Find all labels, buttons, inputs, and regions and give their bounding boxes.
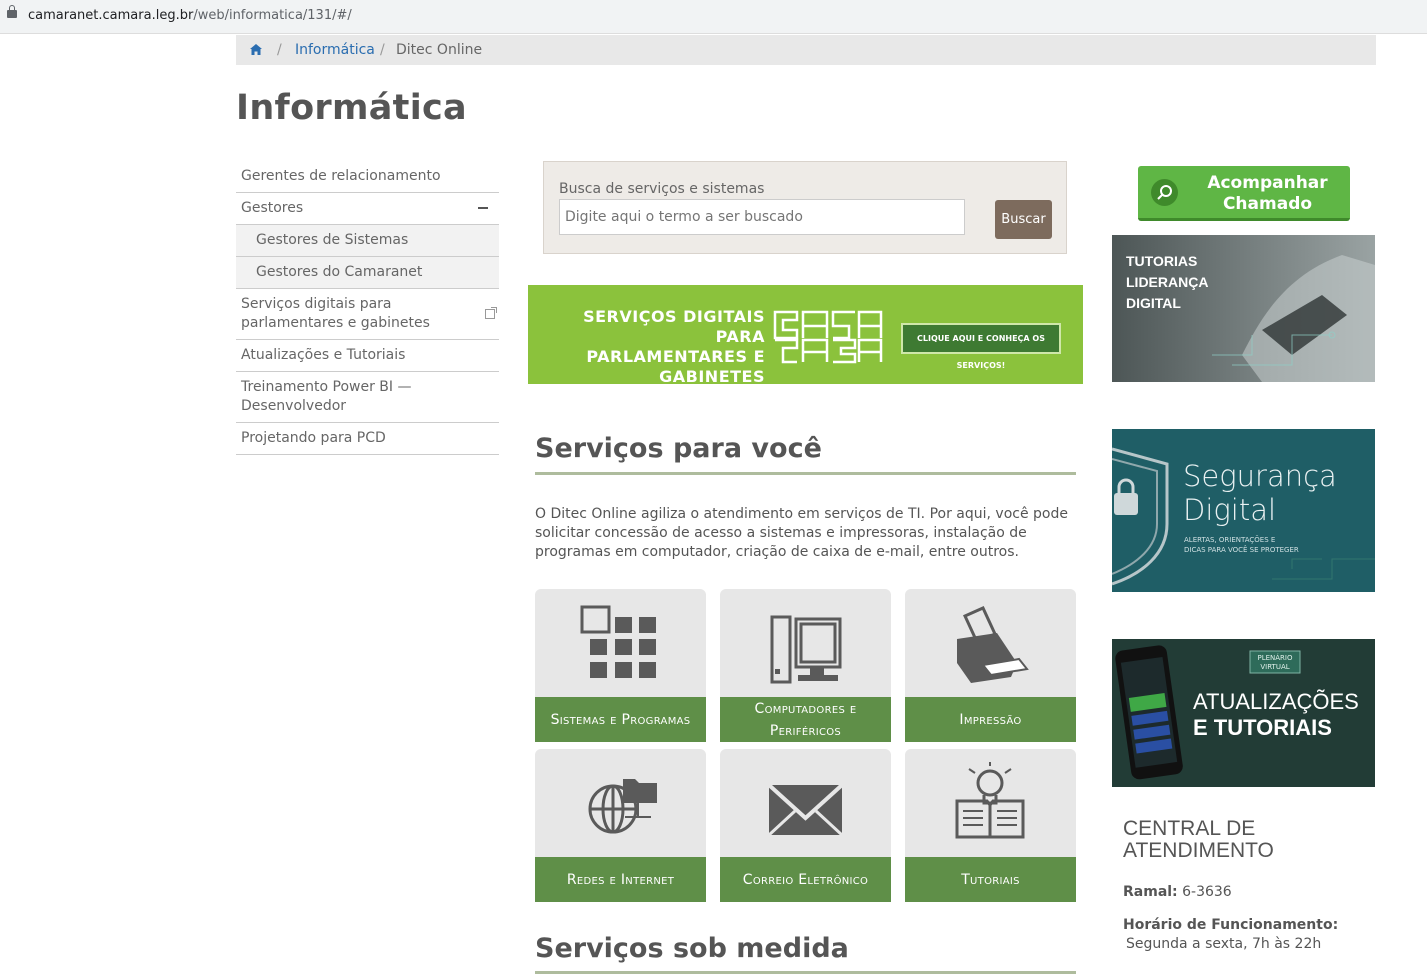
search-label: Busca de serviços e sistemas: [559, 181, 765, 197]
home-icon[interactable]: [250, 44, 262, 55]
breadcrumb: / Informática / Ditec Online: [236, 35, 1376, 65]
breadcrumb-separator: /: [380, 42, 385, 58]
sidebar-item-atualizacoes[interactable]: Atualizações e Tutoriais: [236, 340, 499, 372]
collapse-icon[interactable]: [478, 207, 488, 209]
central-title: CENTRAL DE ATENDIMENTO: [1123, 817, 1274, 862]
search-panel: Busca de serviços e sistemas Buscar: [543, 161, 1067, 254]
external-link-icon: [485, 307, 497, 319]
breadcrumb-separator: /: [277, 42, 282, 58]
tile-subtitle: ALERTAS, ORIENTAÇÕES E DICAS PARA VOCÊ SE…: [1184, 536, 1299, 554]
tile-atualizacoes-tutoriais[interactable]: PLENÁRIO VIRTUAL ATUALIZAÇÕES E TUTORIAIS: [1112, 639, 1375, 787]
browser-address-bar[interactable]: camaranet.camara.leg.br/web/informatica/…: [0, 0, 1427, 34]
sidebar-item-gerentes[interactable]: Gerentes de relacionamento: [236, 161, 499, 193]
page-title: Informática: [236, 88, 467, 128]
sidebar-item-pcd[interactable]: Projetando para PCD: [236, 423, 499, 455]
card-correio[interactable]: Correio Eletrônico: [720, 749, 891, 902]
sidebar-item-power-bi[interactable]: Treinamento Power BI — Desenvolvedor: [236, 372, 499, 423]
services-intro: O Ditec Online agiliza o atendimento em …: [535, 506, 1068, 560]
sidebar-item-label: Serviços digitais para parlamentares e g…: [241, 296, 430, 331]
digital-services-banner[interactable]: SERVIÇOS DIGITAIS PARA PARLAMENTARES E G…: [528, 285, 1083, 384]
sidebar-item-servicos-digitais[interactable]: Serviços digitais para parlamentares e g…: [236, 289, 499, 340]
computer-icon: [770, 615, 842, 684]
hours-value: Segunda a sexta, 7h às 22h: [1126, 936, 1322, 952]
card-label: Sistemas e Programas: [535, 697, 706, 742]
search-input[interactable]: [559, 199, 965, 235]
printer-icon: [957, 606, 1029, 683]
card-redes[interactable]: Redes e Internet: [535, 749, 706, 902]
track-ticket-button[interactable]: Acompanhar Chamado: [1138, 166, 1350, 221]
section-divider: [535, 971, 1076, 974]
banner-cta[interactable]: CLIQUE AQUI E CONHEÇA OS SERVIÇOS!: [901, 323, 1061, 370]
custom-services-title: Serviços sob medida: [535, 933, 849, 964]
tile-title: Segurança Digital: [1183, 459, 1337, 527]
url-text[interactable]: camaranet.camara.leg.br/web/informatica/…: [28, 8, 352, 23]
card-impressao[interactable]: Impressão: [905, 589, 1076, 742]
search-button[interactable]: Buscar: [995, 200, 1052, 239]
ramal-info: Ramal: 6-3636: [1123, 884, 1232, 900]
envelope-icon: [767, 783, 844, 837]
tile-seguranca-digital[interactable]: Segurança Digital ALERTAS, ORIENTAÇÕES ED…: [1112, 429, 1375, 592]
sidebar-item-label: Gestores: [241, 200, 304, 216]
lock-icon: [7, 5, 17, 18]
card-label: Tutoriais: [905, 857, 1076, 902]
breadcrumb-current: Ditec Online: [396, 42, 483, 58]
tile-text: ATUALIZAÇÕES E TUTORIAIS: [1193, 689, 1359, 740]
card-tutoriais[interactable]: Tutoriais: [905, 749, 1076, 902]
sidebar-subitem-gestores-sistemas[interactable]: Gestores de Sistemas: [236, 225, 499, 257]
plenario-badge: PLENÁRIO VIRTUAL: [1257, 654, 1293, 671]
hours-label: Horário de Funcionamento:: [1123, 917, 1339, 933]
sidebar-item-gestores[interactable]: Gestores: [236, 193, 499, 225]
card-label: Correio Eletrônico: [720, 857, 891, 902]
globe-network-icon: [588, 779, 657, 834]
card-label: Redes e Internet: [535, 857, 706, 902]
card-label: Computadores e Periféricos: [720, 697, 891, 742]
track-button-label: Acompanhar Chamado: [1207, 173, 1328, 214]
apps-grid-icon: [580, 605, 656, 678]
tile-text: TUTORIAS LIDERANÇA DIGITAL: [1126, 253, 1209, 311]
card-sistemas[interactable]: Sistemas e Programas: [535, 589, 706, 742]
tile-tutorias-lideranca[interactable]: TUTORIAS LIDERANÇA DIGITAL: [1112, 235, 1375, 382]
search-icon: [1151, 179, 1178, 206]
section-divider: [535, 472, 1076, 475]
breadcrumb-informatica[interactable]: Informática: [295, 35, 375, 65]
card-label: Impressão: [905, 697, 1076, 742]
sidebar-subitem-gestores-camaranet[interactable]: Gestores do Camaranet: [236, 257, 499, 289]
lightbulb-book-icon: [955, 762, 1025, 839]
banner-text: SERVIÇOS DIGITAIS PARA PARLAMENTARES E G…: [583, 307, 765, 384]
services-title: Serviços para você: [535, 433, 822, 464]
casa-logo-icon: [773, 310, 883, 364]
card-computadores[interactable]: Computadores e Periféricos: [720, 589, 891, 742]
